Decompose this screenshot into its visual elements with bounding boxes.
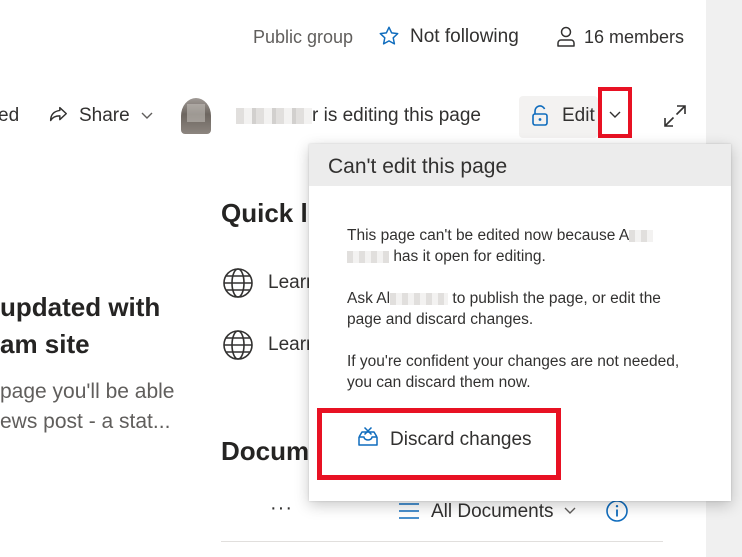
share-icon[interactable] xyxy=(47,104,69,126)
view-selector[interactable]: All Documents xyxy=(431,501,554,523)
edit-button-label[interactable]: Edit xyxy=(562,105,595,127)
quick-links-title: Quick li xyxy=(221,198,315,228)
callout-text: Ask Al xyxy=(347,290,391,307)
news-description: ews post - a stat... xyxy=(0,410,171,433)
callout-message: If you're confident your changes are not… xyxy=(347,353,680,370)
callout-message: page and discard changes. xyxy=(347,311,534,328)
news-title[interactable]: am site xyxy=(0,329,90,360)
person-icon xyxy=(557,26,575,47)
redacted-name xyxy=(390,292,449,305)
chevron-down-icon[interactable] xyxy=(563,505,577,517)
discard-icon[interactable] xyxy=(357,426,379,448)
editing-status: r is editing this page xyxy=(312,105,481,126)
redacted-name xyxy=(629,229,654,242)
discard-changes-button[interactable]: Discard changes xyxy=(390,429,532,451)
callout-title: Can't edit this page xyxy=(328,155,508,178)
editor-avatar xyxy=(181,98,211,134)
star-icon[interactable] xyxy=(378,25,400,47)
unlock-icon xyxy=(532,105,548,126)
expand-icon[interactable] xyxy=(662,103,688,129)
globe-icon[interactable] xyxy=(222,329,254,361)
callout-text: This page can't be edited now because A xyxy=(347,227,630,244)
callout-header: Can't edit this page xyxy=(309,144,731,186)
editor-name-redacted xyxy=(236,108,312,124)
divider xyxy=(221,541,663,542)
news-title[interactable]: updated with xyxy=(0,292,160,323)
globe-icon[interactable] xyxy=(222,267,254,299)
callout-message: has it open for editing. xyxy=(347,246,546,267)
list-view-icon[interactable] xyxy=(398,501,420,521)
documents-title: Docum xyxy=(221,436,310,466)
info-icon[interactable] xyxy=(605,499,629,523)
more-options-button[interactable]: ··· xyxy=(270,497,293,520)
news-description: page you'll be able xyxy=(0,380,175,403)
follow-button[interactable]: Not following xyxy=(410,26,519,48)
truncated-command[interactable]: ed xyxy=(0,105,19,127)
callout-text: to publish the page, or edit the xyxy=(452,290,661,307)
share-button[interactable]: Share xyxy=(79,105,130,127)
members-button[interactable]: 16 members xyxy=(584,27,684,48)
callout-message: Ask Al to publish the page, or edit the xyxy=(347,288,661,309)
group-type-label: Public group xyxy=(253,27,354,47)
redacted-name xyxy=(347,250,389,263)
callout-message: you can discard them now. xyxy=(347,374,531,391)
callout-message: This page can't be edited now because A xyxy=(347,225,654,246)
chevron-down-icon[interactable] xyxy=(140,110,154,122)
callout-text: has it open for editing. xyxy=(393,248,546,265)
chevron-down-icon[interactable] xyxy=(607,108,623,122)
